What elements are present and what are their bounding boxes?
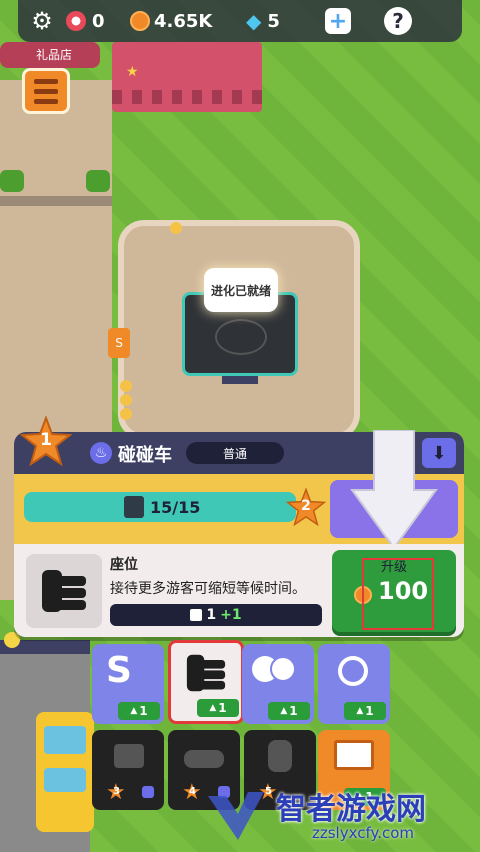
card-star-number: 4 — [189, 786, 196, 797]
guest — [120, 380, 132, 392]
bus-window — [44, 768, 86, 792]
card-level: 1 — [289, 704, 298, 718]
help-button[interactable]: ? — [366, 0, 430, 42]
progress-row: 15/15 2 — [14, 430, 464, 550]
fire-icon: ♨ — [90, 442, 112, 464]
gem-count: 5 — [267, 10, 280, 32]
rarity-label: 普通 — [222, 446, 247, 461]
bus-window — [44, 726, 86, 754]
watermark: 智者游戏网 zzslyxcfy.com — [200, 784, 476, 848]
wheels-icon — [270, 656, 296, 682]
top-bar: ⚙ 0 4.65K ◆ 5 + ? — [18, 0, 462, 42]
menu-line — [34, 98, 58, 104]
robot-icon — [268, 740, 292, 772]
coin-counter: 4.65K — [130, 0, 246, 42]
gem-counter: ◆ 5 — [246, 0, 310, 42]
watermark-url: zzslyxcfy.com — [312, 824, 415, 842]
progress-label: 15/15 — [124, 496, 200, 518]
ticket-token-icon — [66, 11, 86, 31]
add-gems-button[interactable]: + — [310, 0, 366, 42]
card-level: 1 — [365, 704, 374, 718]
card-level-badge: ▲ 1 — [268, 702, 310, 720]
card-level-badge: ▲ 1 — [197, 699, 239, 717]
menu-line — [34, 78, 58, 84]
card-level-badge: ▲ 1 — [344, 702, 386, 720]
gate-star-icon: ★ — [126, 64, 139, 80]
evolution-ready-bubble[interactable]: 进化已就绪 — [204, 268, 278, 312]
highlight-box — [362, 558, 434, 630]
gift-shop-label: 礼品店 — [36, 48, 73, 62]
next-level-number: 2 — [301, 498, 311, 514]
card-level-badge: ▲ 1 — [118, 702, 160, 720]
ticket-cart[interactable]: S — [108, 328, 130, 358]
guest — [120, 408, 132, 420]
tour-bus[interactable] — [36, 712, 94, 832]
settings-button[interactable]: ⚙ — [18, 0, 66, 42]
card-wheels[interactable]: ▲ 1 — [242, 644, 314, 724]
ticket-icon: S — [106, 650, 132, 691]
diamond-icon: ◆ — [246, 9, 262, 33]
ride-upgrade-panel: 1 ♨ 碰碰车 普通 ⬇ 15/15 2 座位 接待更多游客可缩短等候时间。 1… — [14, 415, 464, 637]
card-level: 1 — [218, 701, 227, 715]
steering-icon — [338, 656, 368, 686]
plus-icon: + — [325, 8, 351, 34]
card-level: 1 — [139, 704, 148, 718]
gear-icon: ⚙ — [31, 7, 53, 35]
menu-button[interactable] — [22, 68, 70, 114]
question-icon: ? — [384, 7, 412, 35]
card-steering[interactable]: ▲ 1 — [318, 644, 390, 724]
screen-icon — [334, 740, 374, 770]
card-stack-icon — [124, 496, 144, 518]
path-edge — [0, 196, 112, 206]
coin-count: 4.65K — [154, 10, 213, 32]
guest — [120, 394, 132, 406]
ticket-count: 0 — [92, 10, 105, 32]
card-photo-locked[interactable]: ★ 3 — [92, 730, 164, 810]
feature-bonus: +1 — [220, 607, 242, 623]
feature-row: 座位 接待更多游客可缩短等候时间。 1 +1 升级 100 — [14, 544, 464, 637]
watermark-title: 智者游戏网 — [276, 792, 426, 827]
seat-icon — [186, 654, 226, 692]
menu-line — [34, 88, 58, 94]
bush — [0, 170, 24, 192]
progress-bar: 15/15 — [24, 492, 296, 522]
coin-icon — [130, 11, 150, 31]
arrow-down-icon — [350, 430, 438, 550]
vr-headset-icon — [184, 750, 224, 768]
bush — [86, 170, 110, 192]
seat-icon — [190, 609, 203, 621]
entrance-gate[interactable]: ★ — [112, 42, 262, 112]
feature-level: 1 — [206, 607, 217, 623]
evolution-ready-text: 进化已就绪 — [210, 283, 271, 298]
rarity-badge: 普通 — [186, 442, 284, 464]
guest — [170, 222, 182, 234]
feature-icon-tile — [26, 554, 102, 628]
feature-description: 接待更多游客可缩短等候时间。 — [110, 581, 306, 597]
progress-text: 15/15 — [150, 497, 201, 517]
feature-stat-bar: 1 +1 — [110, 604, 322, 626]
gift-shop[interactable]: 礼品店 — [0, 42, 100, 68]
upgrade-button[interactable]: 升级 100 — [332, 550, 456, 632]
card-seat[interactable]: ▲ 1 — [168, 640, 244, 724]
watermark-logo-icon — [208, 792, 264, 840]
card-ticket[interactable]: S ▲ 1 — [92, 644, 164, 724]
gate-stripes — [112, 90, 262, 104]
photo-icon — [114, 744, 144, 768]
level-star-badge: 1 — [19, 415, 73, 467]
platform-step — [222, 376, 258, 384]
ride-name: 碰碰车 — [118, 445, 172, 466]
next-level-badge: 2 — [285, 487, 327, 527]
ticket-counter: 0 — [66, 0, 130, 42]
level-number: 1 — [40, 430, 52, 450]
lock-icon — [142, 786, 154, 798]
seat-icon — [42, 570, 86, 612]
card-star-number: 3 — [113, 786, 120, 797]
feature-title: 座位 — [110, 557, 138, 573]
swirl-icon — [215, 319, 267, 355]
evolve-button[interactable] — [330, 430, 458, 550]
